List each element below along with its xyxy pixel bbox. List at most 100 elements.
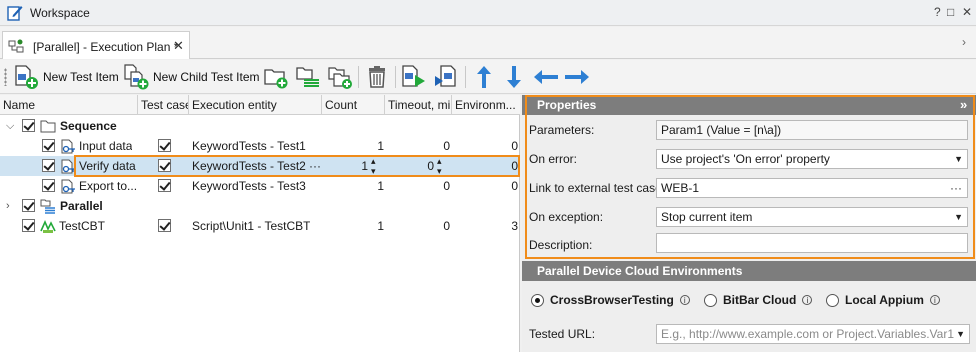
test-case-checkbox[interactable] — [158, 139, 171, 152]
table-row-testcbt[interactable]: TestCBT Script\Unit1 - TestCBT 1 0 3 — [0, 216, 520, 236]
grid-header: Name Test case Execution entity Count Ti… — [0, 95, 520, 115]
arrow-left-icon — [534, 70, 558, 84]
row-entity: KeywordTests - Test1 — [192, 139, 306, 153]
info-icon[interactable]: i — [802, 295, 813, 305]
tested-url-placeholder: E.g., http://www.example.com or Project.… — [661, 327, 955, 341]
move-down-button[interactable] — [502, 63, 526, 91]
column-header-test-case[interactable]: Test case — [138, 95, 189, 115]
radio-label: CrossBrowserTesting — [550, 293, 674, 307]
toolbar: New Test Item New Child Test Item — [0, 60, 976, 94]
tested-url-label: Tested URL: — [529, 327, 596, 341]
dropdown-arrow-icon[interactable]: ▼ — [956, 325, 965, 343]
radio-dot[interactable] — [531, 293, 544, 307]
add-folder-button[interactable] — [263, 63, 289, 91]
row-name: TestCBT — [59, 219, 106, 233]
row-environments: 0 — [511, 179, 518, 193]
properties-highlight — [525, 95, 975, 259]
info-icon[interactable]: i — [679, 295, 690, 305]
new-test-item-label: New Test Item — [43, 70, 119, 84]
radio-bitbar-cloud[interactable]: BitBar Cloud i — [704, 293, 813, 307]
enabled-checkbox[interactable] — [42, 179, 55, 192]
enabled-checkbox[interactable] — [42, 139, 55, 152]
parallel-group-icon — [40, 199, 55, 214]
move-right-button[interactable] — [563, 63, 591, 91]
column-header-timeout[interactable]: Timeout, min — [385, 95, 452, 115]
row-environments: 0 — [511, 139, 518, 153]
run-selected-button[interactable] — [433, 63, 459, 91]
enabled-checkbox[interactable] — [22, 219, 35, 232]
cloud-environments-title: Parallel Device Cloud Environments — [537, 264, 743, 278]
enabled-checkbox[interactable] — [42, 159, 55, 172]
radio-label: Local Appium — [845, 293, 924, 307]
row-timeout: 0 — [443, 179, 450, 193]
help-button[interactable]: ? — [934, 5, 941, 19]
tested-url-input[interactable]: E.g., http://www.example.com or Project.… — [656, 324, 970, 344]
table-row-input-data[interactable]: Input data KeywordTests - Test1 1 0 0 — [0, 136, 520, 156]
delete-button[interactable] — [364, 63, 390, 91]
new-child-test-item-button[interactable]: New Child Test Item — [123, 63, 259, 91]
workspace-title: Workspace — [30, 6, 90, 20]
row-entity: Script\Unit1 - TestCBT — [192, 219, 311, 233]
move-up-button[interactable] — [472, 63, 496, 91]
tab-scroll-chevron-icon[interactable]: › — [962, 35, 966, 49]
toolbar-grip[interactable] — [4, 68, 7, 86]
workspace-titlebar: Workspace ? □ ✕ — [0, 0, 976, 26]
keyword-test-icon — [61, 139, 75, 154]
execution-plan-icon — [8, 39, 24, 53]
new-child-test-item-icon — [124, 64, 149, 90]
workspace-notepad-icon — [7, 6, 23, 21]
add-group-button[interactable] — [295, 63, 321, 91]
column-header-execution-entity[interactable]: Execution entity — [189, 95, 322, 115]
radio-local-appium[interactable]: Local Appium i — [826, 293, 940, 307]
info-icon[interactable]: i — [929, 295, 940, 305]
properties-panel: Properties » Parameters: Param1 (Value =… — [522, 95, 976, 352]
table-row-export[interactable]: Export to... KeywordTests - Test3 1 0 0 — [0, 176, 520, 196]
add-group-icon — [296, 67, 319, 87]
arrow-up-icon — [477, 66, 491, 88]
row-name: Input data — [79, 139, 133, 153]
table-row-sequence[interactable]: ⌵ Sequence — [0, 116, 520, 136]
column-header-count[interactable]: Count — [322, 95, 385, 115]
tab-label: [Parallel] - Execution Plan * — [33, 40, 179, 54]
run-selected-icon — [435, 65, 456, 87]
maximize-button[interactable]: □ — [947, 5, 954, 19]
expand-chevron-icon[interactable]: › — [6, 196, 10, 216]
column-header-environments[interactable]: Environm... — [452, 95, 520, 115]
row-count: 1 — [377, 139, 384, 153]
trash-icon — [369, 66, 385, 88]
radio-dot[interactable] — [826, 293, 839, 307]
row-timeout: 0 — [443, 139, 450, 153]
tab-close-icon[interactable]: ✕ — [173, 38, 184, 54]
tab-execution-plan[interactable]: [Parallel] - Execution Plan * ✕ — [2, 31, 190, 59]
close-panel-button[interactable]: ✕ — [962, 5, 972, 19]
test-case-checkbox[interactable] — [158, 179, 171, 192]
add-subfolder-button[interactable] — [327, 63, 353, 91]
cloud-environments-header: Parallel Device Cloud Environments — [522, 261, 976, 281]
new-test-item-icon — [15, 65, 38, 89]
collapse-chevron-icon[interactable]: ⌵ — [6, 116, 14, 136]
radio-dot[interactable] — [704, 293, 717, 307]
selected-row-highlight — [74, 155, 520, 177]
row-count: 1 — [377, 179, 384, 193]
table-row-parallel[interactable]: › Parallel — [0, 196, 520, 216]
run-item-icon — [402, 65, 425, 87]
new-test-item-button[interactable]: New Test Item — [13, 63, 119, 91]
radio-crossbrowsertesting[interactable]: CrossBrowserTesting i — [531, 293, 690, 307]
enabled-checkbox[interactable] — [22, 119, 35, 132]
column-header-name[interactable]: Name — [0, 95, 138, 115]
test-case-checkbox[interactable] — [158, 219, 171, 232]
row-environments: 3 — [511, 219, 518, 233]
radio-label: BitBar Cloud — [723, 293, 797, 307]
move-left-button[interactable] — [532, 63, 560, 91]
run-item-button[interactable] — [401, 63, 427, 91]
toolbar-separator — [395, 66, 396, 88]
row-name: Parallel — [60, 199, 103, 213]
document-tabstrip: [Parallel] - Execution Plan * ✕ › — [0, 27, 976, 59]
keyword-test-icon — [61, 179, 75, 194]
row-name: Export to... — [79, 179, 138, 193]
arrow-right-icon — [565, 70, 589, 84]
enabled-checkbox[interactable] — [22, 199, 35, 212]
add-folder-icon — [264, 69, 288, 89]
toolbar-separator — [465, 66, 466, 88]
new-child-test-item-label: New Child Test Item — [153, 70, 260, 84]
